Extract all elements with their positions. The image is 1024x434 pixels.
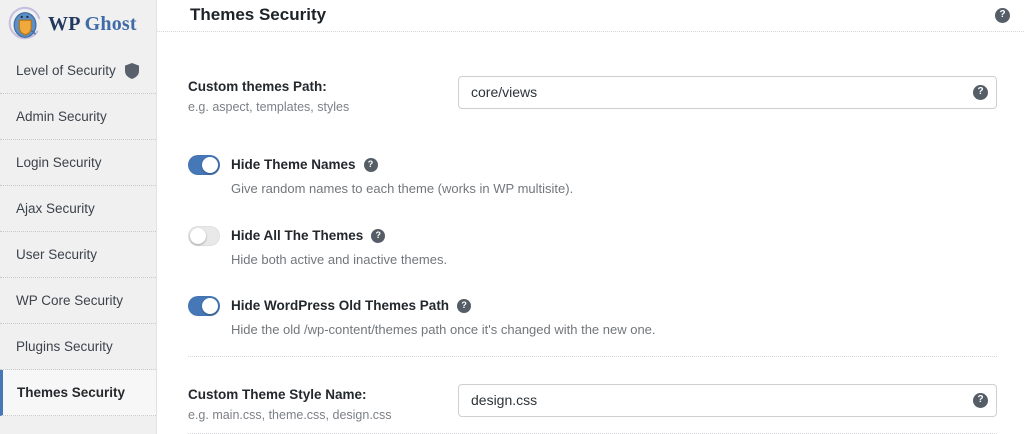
sidebar-item-plugins-security[interactable]: Plugins Security [0,324,156,370]
hide-theme-names-body: Hide Theme Names ? Give random names to … [231,155,573,196]
sidebar-item-wp-core-security[interactable]: WP Core Security [0,278,156,324]
main-panel: Themes Security ? Custom themes Path: e.… [157,0,1024,434]
sidebar-item-label: Themes Security [17,385,125,400]
hide-theme-names-toggle[interactable] [188,155,220,175]
custom-themes-path-hint: e.g. aspect, templates, styles [188,100,458,114]
custom-themes-path-row: Custom themes Path: e.g. aspect, templat… [188,76,997,114]
sidebar-item-ajax-security[interactable]: Ajax Security [0,186,156,232]
hide-all-themes-body: Hide All The Themes ? Hide both active a… [231,226,447,267]
hide-all-themes-toggle[interactable] [188,226,220,246]
hide-theme-names-description: Give random names to each theme (works i… [231,181,573,196]
sidebar-item-label: Login Security [16,155,102,170]
custom-themes-path-label: Custom themes Path: [188,78,458,96]
custom-themes-path-input-wrap: ? [458,76,997,109]
themes-security-form: Custom themes Path: e.g. aspect, templat… [157,32,1024,434]
sidebar-item-label: Plugins Security [16,339,113,354]
custom-theme-style-name-row: Custom Theme Style Name: e.g. main.css, … [188,384,997,422]
sidebar-item-admin-security[interactable]: Admin Security [0,94,156,140]
hide-old-themes-path-description: Hide the old /wp-content/themes path onc… [231,322,656,337]
custom-themes-path-input[interactable] [458,76,997,109]
sidebar-item-label: User Security [16,247,97,262]
logo-text: WPGhost [48,13,137,36]
custom-theme-style-name-labels: Custom Theme Style Name: e.g. main.css, … [188,384,458,422]
help-icon[interactable]: ? [457,299,471,313]
hide-all-themes-row: Hide All The Themes ? Hide both active a… [188,226,997,267]
hide-old-themes-path-toggle[interactable] [188,296,220,316]
custom-theme-style-name-hint: e.g. main.css, theme.css, design.css [188,408,458,422]
sidebar-item-label: Ajax Security [16,201,95,216]
sidebar-item-themes-security[interactable]: Themes Security [0,370,156,416]
toggle-knob [190,228,206,244]
sidebar-item-label: WP Core Security [16,293,123,308]
shield-icon [125,63,139,79]
sidebar-item-user-security[interactable]: User Security [0,232,156,278]
hide-old-themes-path-label: Hide WordPress Old Themes Path [231,296,449,316]
help-icon[interactable]: ? [371,229,385,243]
help-icon[interactable]: ? [973,393,988,408]
wp-ghost-settings-window: WPGhost Level of Security Admin Security… [0,0,1024,434]
sidebar-item-level-of-security[interactable]: Level of Security [0,48,156,94]
custom-theme-style-name-label: Custom Theme Style Name: [188,386,458,404]
wp-ghost-logo: WPGhost [0,0,156,48]
help-icon[interactable]: ? [995,8,1010,23]
toggle-knob [202,298,218,314]
hide-old-themes-path-row: Hide WordPress Old Themes Path ? Hide th… [188,296,997,337]
section-divider [188,356,997,357]
hide-theme-names-label: Hide Theme Names [231,155,356,175]
hide-all-themes-description: Hide both active and inactive themes. [231,252,447,267]
main-header: Themes Security ? [157,0,1024,32]
hide-old-themes-path-body: Hide WordPress Old Themes Path ? Hide th… [231,296,656,337]
toggle-knob [202,157,218,173]
logo-wp: WP [48,13,81,35]
custom-theme-style-name-input-wrap: ? [458,384,997,417]
sidebar-item-label: Level of Security [16,63,116,78]
hide-theme-names-row: Hide Theme Names ? Give random names to … [188,155,997,196]
sidebar: WPGhost Level of Security Admin Security… [0,0,157,434]
hide-all-themes-label: Hide All The Themes [231,226,363,246]
logo-ghost: Ghost [85,13,137,35]
sidebar-item-login-security[interactable]: Login Security [0,140,156,186]
help-icon[interactable]: ? [973,85,988,100]
page-title: Themes Security [190,5,326,25]
sidebar-item-label: Admin Security [16,109,107,124]
help-icon[interactable]: ? [364,158,378,172]
custom-theme-style-name-input[interactable] [458,384,997,417]
custom-themes-path-labels: Custom themes Path: e.g. aspect, templat… [188,76,458,114]
wp-ghost-mascot-icon [8,6,44,42]
